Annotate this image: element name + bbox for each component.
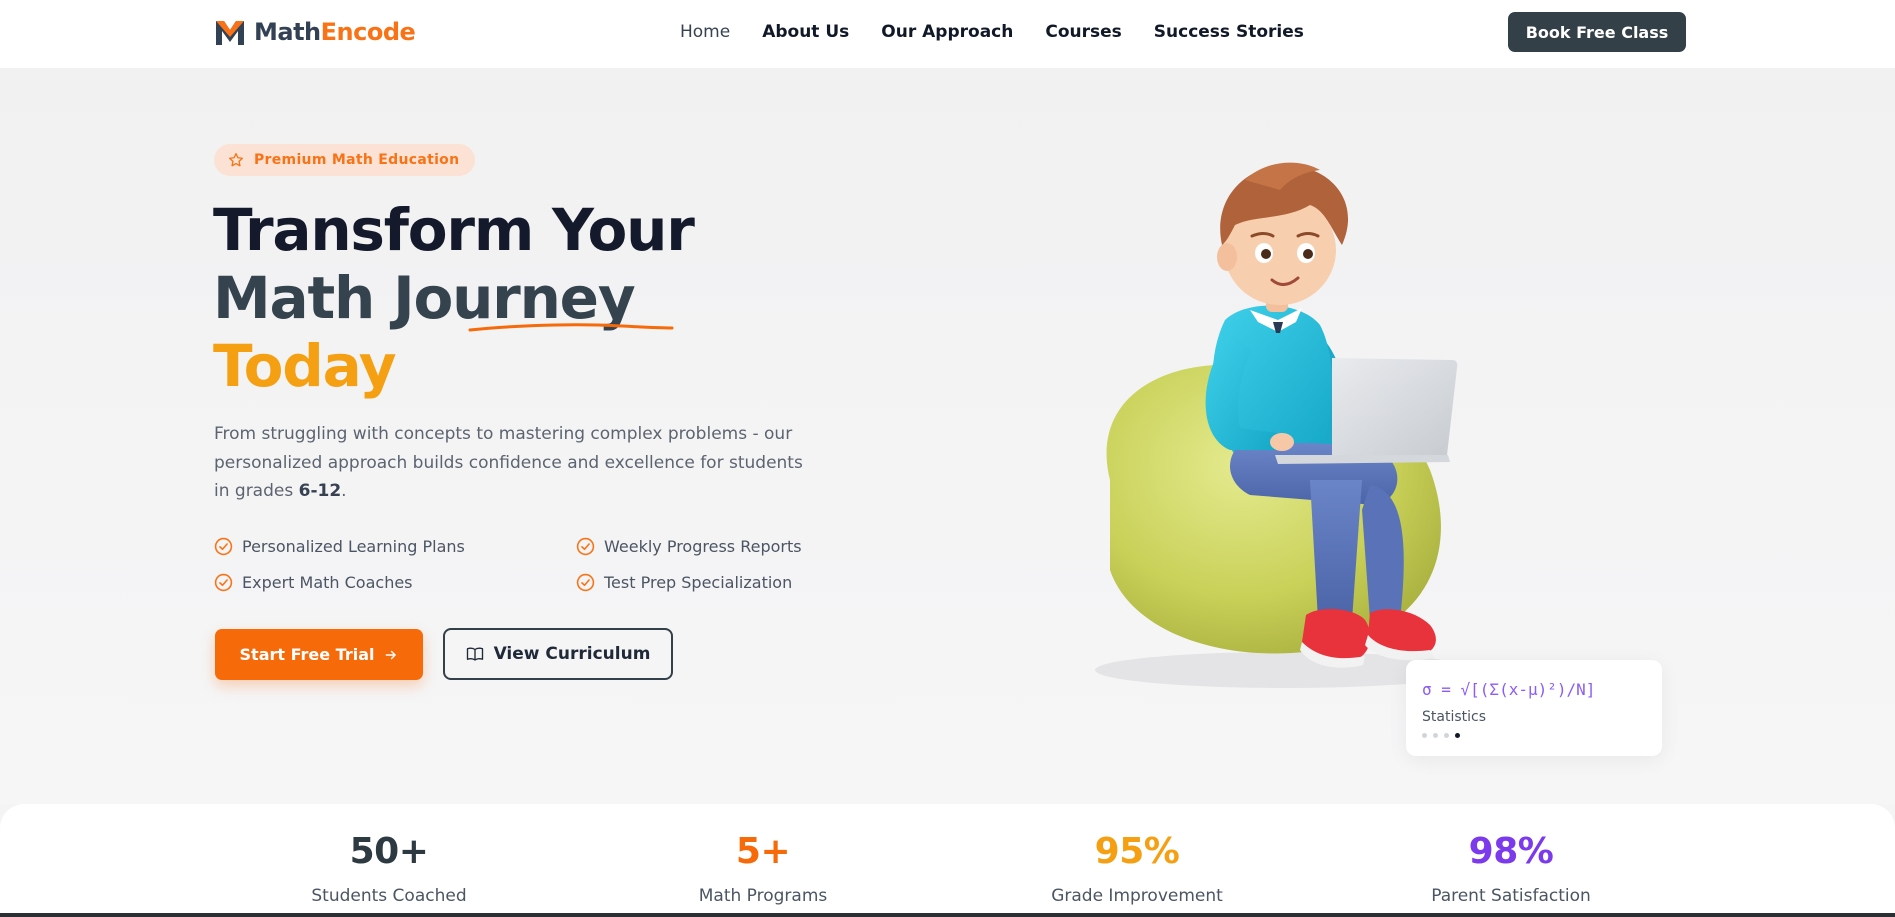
stat-math-programs: 5+ Math Programs	[613, 831, 913, 907]
premium-badge: Premium Math Education	[214, 144, 476, 176]
grades-range: 6-12	[298, 481, 342, 501]
view-curriculum-label: View Curriculum	[493, 644, 651, 664]
hero-description: From struggling with concepts to masteri…	[214, 420, 804, 506]
arrow-right-icon	[386, 650, 397, 659]
star-icon	[229, 153, 243, 167]
formula-card: σ = √[(Σ(x-μ)²)/N] Statistics	[1406, 660, 1662, 756]
carousel-dot-active[interactable]	[1455, 733, 1460, 738]
check-circle-icon	[214, 573, 233, 592]
nav-success-stories[interactable]: Success Stories	[1154, 20, 1304, 44]
description-end: .	[341, 481, 347, 501]
start-free-trial-button[interactable]: Start Free Trial	[215, 629, 423, 680]
stats-section: 50+ Students Coached 5+ Math Programs 95…	[0, 804, 1895, 917]
feature-label: Test Prep Specialization	[604, 573, 793, 592]
check-circle-icon	[576, 537, 595, 556]
feature-item: Personalized Learning Plans	[214, 537, 465, 556]
feature-label: Weekly Progress Reports	[604, 537, 802, 556]
feature-item: Expert Math Coaches	[214, 573, 413, 592]
logo-text: MathEncode	[254, 18, 416, 46]
stat-value: 98%	[1468, 831, 1554, 872]
carousel-dot[interactable]	[1433, 733, 1438, 738]
book-free-class-button[interactable]: Book Free Class	[1508, 12, 1686, 52]
start-free-trial-label: Start Free Trial	[239, 645, 375, 664]
feature-item: Test Prep Specialization	[576, 573, 792, 592]
stat-label: Students Coached	[311, 886, 467, 906]
stat-grade-improvement: 95% Grade Improvement	[987, 831, 1287, 907]
feature-label: Personalized Learning Plans	[242, 537, 465, 556]
hero-title: Transform Your Math Journey Today	[213, 196, 695, 400]
stat-students-coached: 50+ Students Coached	[239, 831, 539, 907]
stat-value: 95%	[1094, 831, 1180, 872]
carousel-dots	[1422, 733, 1460, 738]
nav-home[interactable]: Home	[680, 20, 730, 44]
book-open-icon	[466, 647, 483, 661]
stat-label: Math Programs	[698, 886, 828, 906]
stat-value: 5+	[735, 831, 791, 872]
hero-title-line-3: Today	[213, 332, 397, 400]
logo[interactable]: MathEncode	[214, 16, 416, 48]
carousel-dot[interactable]	[1422, 733, 1427, 738]
nav-courses[interactable]: Courses	[1045, 20, 1121, 44]
nav-our-approach[interactable]: Our Approach	[881, 20, 1013, 44]
carousel-dot[interactable]	[1444, 733, 1449, 738]
nav-about-us[interactable]: About Us	[762, 20, 849, 44]
check-circle-icon	[214, 537, 233, 556]
underline-decoration	[468, 323, 674, 332]
stat-label: Grade Improvement	[1051, 886, 1223, 906]
formula-text: σ = √[(Σ(x-μ)²)/N]	[1422, 680, 1596, 699]
bottom-edge	[0, 913, 1895, 917]
stat-parent-satisfaction: 98% Parent Satisfaction	[1361, 831, 1661, 907]
site-header: MathEncode Home About Us Our Approach Co…	[0, 0, 1895, 68]
student-illustration	[1095, 162, 1475, 688]
main-nav: Home About Us Our Approach Courses Succe…	[680, 20, 1336, 44]
badge-label: Premium Math Education	[254, 152, 460, 168]
stat-label: Parent Satisfaction	[1431, 886, 1591, 906]
logo-icon	[216, 21, 244, 45]
feature-label: Expert Math Coaches	[242, 573, 413, 592]
formula-label: Statistics	[1422, 709, 1486, 725]
check-circle-icon	[576, 573, 595, 592]
view-curriculum-button[interactable]: View Curriculum	[443, 628, 673, 680]
hero-title-line-1: Transform Your	[213, 196, 695, 264]
stat-value: 50+	[349, 831, 429, 872]
feature-item: Weekly Progress Reports	[576, 537, 802, 556]
